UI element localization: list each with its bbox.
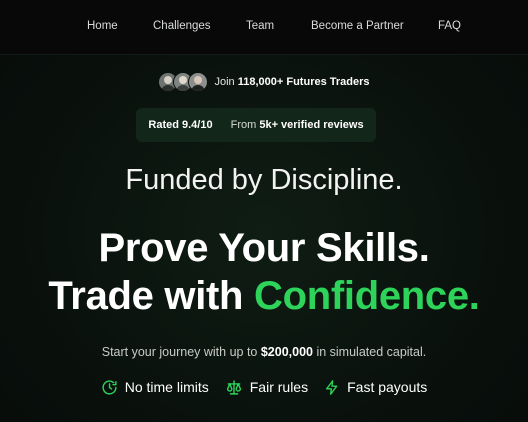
feature-fair-rules: Fair rules [225, 379, 308, 396]
feature-label: Fast payouts [347, 379, 428, 395]
hero-headline-line1: Prove Your Skills. [98, 226, 430, 270]
reviews-text: From 5k+ verified reviews [231, 119, 364, 131]
headline-plain: Trade with [48, 274, 255, 318]
social-proof: Join 118,000+ Futures Traders [0, 71, 528, 93]
tagline-amount: $200,000 [260, 345, 313, 359]
nav-link-home[interactable]: Home [87, 20, 118, 32]
nav-link-challenges[interactable]: Challenges [153, 20, 211, 32]
reviews-count: 5k+ verified reviews [259, 119, 364, 131]
feature-fast-payouts: Fast payouts [324, 379, 427, 396]
feature-list: No time limits Fair rules Fast payouts [0, 376, 528, 398]
tagline-suffix: in simulated capital. [312, 345, 427, 359]
nav-link-become-a-partner[interactable]: Become a Partner [311, 20, 404, 32]
feature-no-time-limits: No time limits [101, 379, 209, 396]
scales-icon [226, 379, 241, 395]
hero-subtitle: Funded by Discipline. [125, 164, 403, 196]
trader-count: 118,000+ Futures Traders [237, 76, 370, 88]
join-prefix: Join [214, 76, 238, 88]
feature-label: No time limits [124, 379, 209, 395]
trader-avatars [158, 72, 209, 92]
reviews-prefix: From [230, 119, 260, 131]
clock-icon [102, 379, 117, 395]
rating-badge: Rated 9.4/10 From 5k+ verified reviews [136, 108, 376, 142]
headline-accent: Confidence. [254, 274, 480, 318]
hero-headline-line2: Trade with Confidence. [0, 274, 528, 319]
hero-tagline: Start your journey with up to $200,000 i… [0, 345, 528, 359]
feature-label: Fair rules [249, 379, 309, 395]
tagline-prefix: Start your journey with up to [101, 345, 261, 359]
top-navigation: Home Challenges Team Become a Partner FA… [0, 0, 528, 55]
nav-link-team[interactable]: Team [246, 20, 274, 32]
lightning-icon [326, 379, 338, 395]
nav-link-faq[interactable]: FAQ [438, 20, 461, 32]
rating-score: Rated 9.4/10 [148, 119, 213, 131]
join-text: Join 118,000+ Futures Traders [214, 76, 369, 88]
avatar [188, 72, 209, 92]
